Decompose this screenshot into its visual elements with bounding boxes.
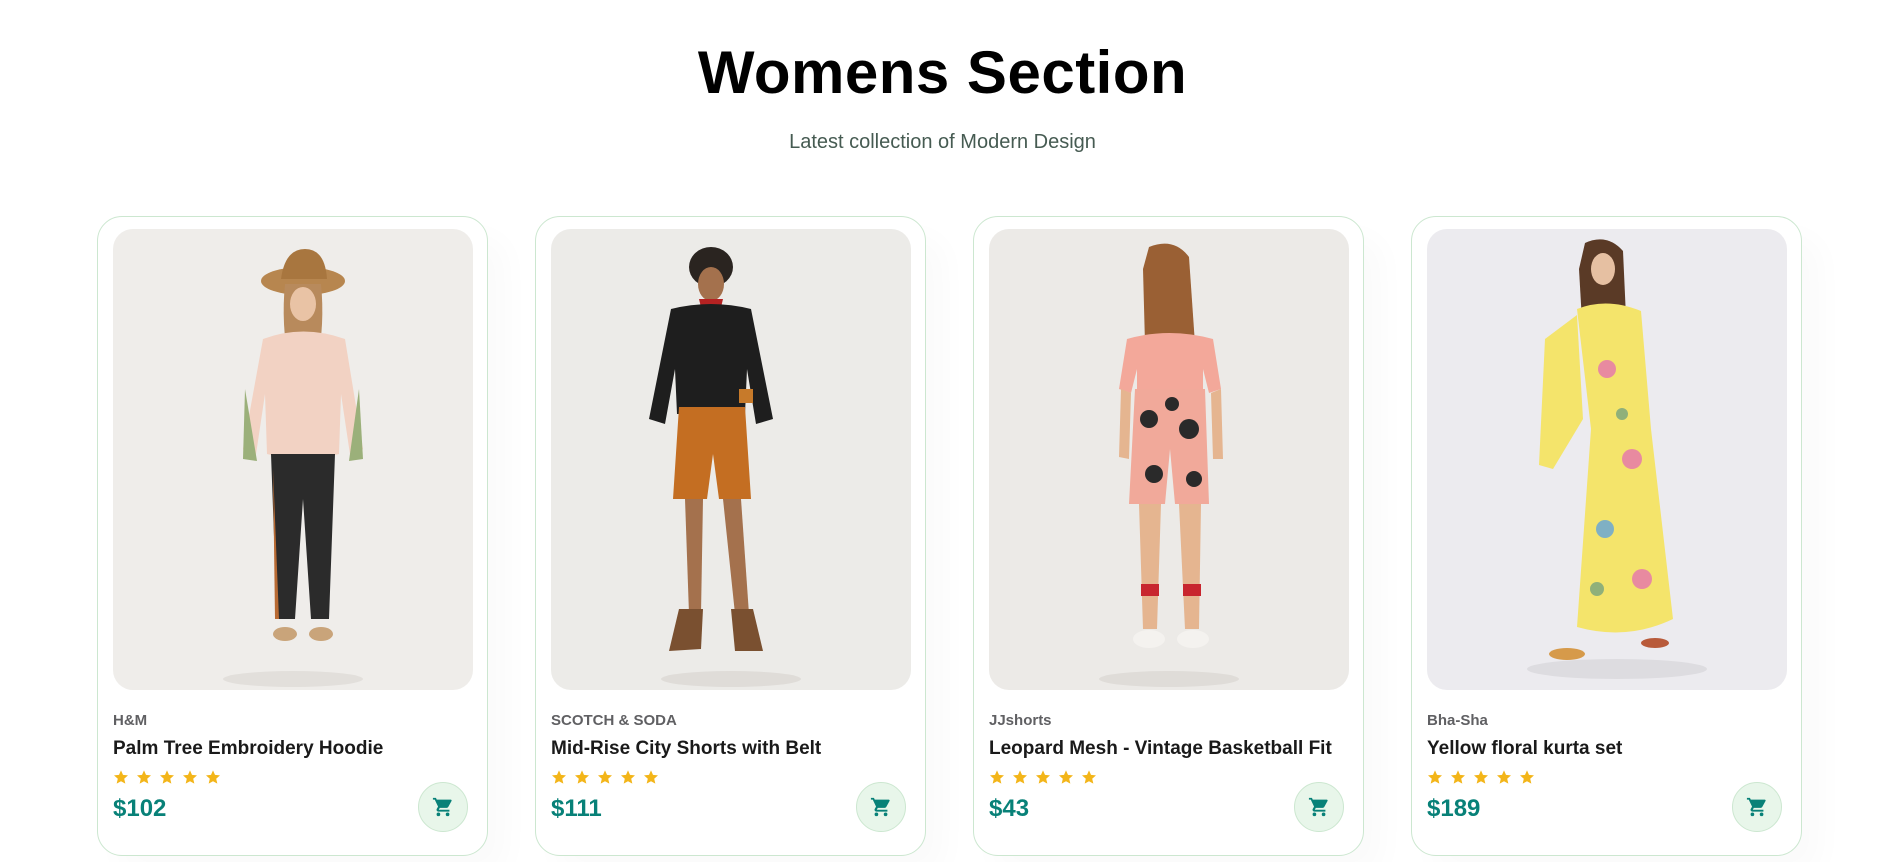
star-icon [1059, 770, 1073, 784]
product-card[interactable]: Bha-Sha Yellow floral kurta set $189 [1411, 216, 1802, 856]
star-icon [598, 770, 612, 784]
add-to-cart-button[interactable] [856, 782, 906, 832]
product-photo-shorts [551, 229, 911, 690]
product-image[interactable] [989, 229, 1349, 690]
star-icon [1013, 770, 1027, 784]
star-icon [1497, 770, 1511, 784]
star-icon [160, 770, 174, 784]
rating-stars [551, 769, 910, 787]
star-icon [1082, 770, 1096, 784]
product-brand: H&M [113, 712, 148, 729]
star-icon [1474, 770, 1488, 784]
product-brand: JJshorts [989, 712, 1052, 729]
cart-icon [432, 797, 452, 817]
product-grid: H&M Palm Tree Embroidery Hoodie $102 SCO… [97, 216, 1802, 856]
section-header: Womens Section Latest collection of Mode… [0, 0, 1885, 154]
product-card[interactable]: JJshorts Leopard Mesh - Vintage Basketba… [973, 216, 1364, 856]
product-photo-yellow-dress [1427, 229, 1787, 690]
product-image[interactable] [113, 229, 473, 690]
star-icon [990, 770, 1004, 784]
star-icon [621, 770, 635, 784]
product-card[interactable]: SCOTCH & SODA Mid-Rise City Shorts with … [535, 216, 926, 856]
star-icon [137, 770, 151, 784]
star-icon [1428, 770, 1442, 784]
star-icon [644, 770, 658, 784]
add-to-cart-button[interactable] [418, 782, 468, 832]
product-name[interactable]: Palm Tree Embroidery Hoodie [113, 738, 472, 760]
star-icon [1451, 770, 1465, 784]
star-icon [575, 770, 589, 784]
cart-icon [1746, 797, 1766, 817]
product-name[interactable]: Yellow floral kurta set [1427, 738, 1786, 760]
star-icon [552, 770, 566, 784]
product-brand: SCOTCH & SODA [551, 712, 677, 729]
product-brand: Bha-Sha [1427, 712, 1488, 729]
product-image[interactable] [551, 229, 911, 690]
star-icon [206, 770, 220, 784]
rating-stars [113, 769, 472, 787]
add-to-cart-button[interactable] [1732, 782, 1782, 832]
star-icon [183, 770, 197, 784]
cart-icon [1308, 797, 1328, 817]
rating-stars [1427, 769, 1786, 787]
product-photo-leopard-shorts [989, 229, 1349, 690]
section-title: Womens Section [697, 39, 1188, 106]
cart-icon [870, 797, 890, 817]
product-card[interactable]: H&M Palm Tree Embroidery Hoodie $102 [97, 216, 488, 856]
product-name[interactable]: Mid-Rise City Shorts with Belt [551, 738, 910, 760]
product-photo-hoodie [113, 229, 473, 690]
product-image[interactable] [1427, 229, 1787, 690]
star-icon [1036, 770, 1050, 784]
section-subtitle: Latest collection of Modern Design [789, 131, 1096, 153]
product-name[interactable]: Leopard Mesh - Vintage Basketball Fit [989, 738, 1348, 760]
rating-stars [989, 769, 1348, 787]
star-icon [1520, 770, 1534, 784]
add-to-cart-button[interactable] [1294, 782, 1344, 832]
star-icon [114, 770, 128, 784]
